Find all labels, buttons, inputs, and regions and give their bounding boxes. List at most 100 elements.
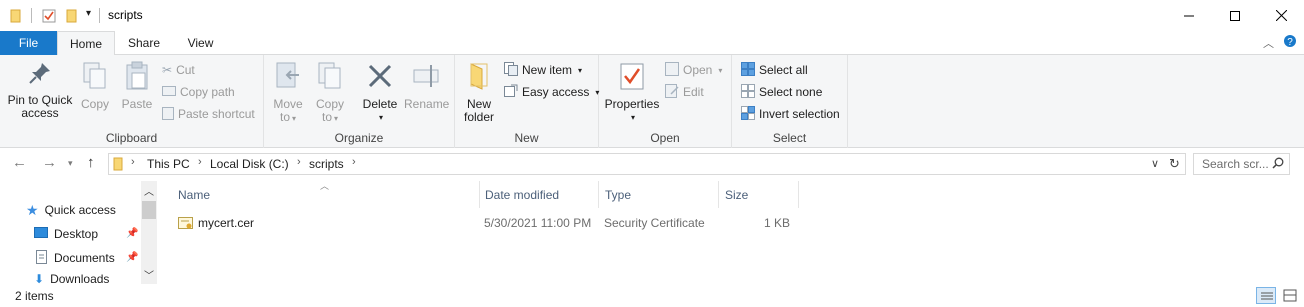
new-folder-label-line2: folder — [463, 110, 495, 124]
copy-path-button[interactable]: Copy path — [162, 82, 235, 102]
nav-quick-access[interactable]: ★ Quick access — [26, 200, 116, 220]
properties-dropdown-icon[interactable]: ▾ — [605, 111, 661, 124]
up-arrow-icon[interactable]: ↑ — [87, 154, 95, 171]
scroll-up-icon[interactable]: ︿ — [144, 183, 154, 198]
tab-share[interactable]: Share — [115, 31, 173, 55]
copy-to-icon — [312, 61, 348, 94]
ribbon: Pin to Quick access Copy Paste ✂ Cut Cop… — [0, 55, 1304, 148]
new-item-label: New item — [522, 63, 573, 77]
tab-file[interactable]: File — [0, 31, 57, 55]
properties-label: Properties — [604, 97, 660, 111]
minimize-button[interactable] — [1166, 0, 1212, 31]
delete-button[interactable]: Delete ▾ — [360, 59, 400, 124]
nav-item-label: Quick access — [44, 203, 116, 217]
new-item-button[interactable]: New item ▾ — [504, 60, 582, 80]
open-group-label: Open — [650, 131, 680, 145]
clipboard-group-label: Clipboard — [105, 131, 158, 145]
cut-label: Cut — [176, 63, 195, 77]
easy-access-label: Easy access — [522, 85, 590, 99]
tab-view[interactable]: View — [173, 31, 228, 55]
chevron-down-icon: ▾ — [718, 65, 723, 75]
breadcrumb-chevron-icon[interactable]: › — [198, 156, 202, 168]
svg-text:?: ? — [1287, 37, 1293, 48]
cut-button[interactable]: ✂ Cut — [162, 60, 195, 80]
column-header-size[interactable]: Size — [719, 181, 799, 208]
nav-item-label: Desktop — [54, 227, 99, 241]
chevron-down-icon: ▾ — [578, 65, 583, 75]
recent-locations-icon[interactable]: ▾ — [68, 158, 73, 169]
desktop-icon — [34, 226, 48, 242]
copy-to-button[interactable]: Copy to ▾ — [312, 59, 348, 125]
title-bar: ▾ scripts — [0, 0, 1304, 31]
properties-button[interactable]: Properties ▾ — [603, 59, 661, 124]
breadcrumb-chevron-icon[interactable]: › — [352, 156, 356, 168]
pin-to-quick-access-button[interactable]: Pin to Quick access — [4, 59, 76, 120]
paste-button[interactable]: Paste — [118, 59, 156, 111]
search-placeholder: Search scr... — [1202, 157, 1269, 171]
select-none-button[interactable]: Select none — [741, 82, 822, 102]
file-list: ︿ Name Date modified Type Size mycert.ce… — [158, 181, 1304, 284]
rename-icon — [404, 61, 448, 94]
table-row[interactable]: mycert.cer 5/30/2021 11:00 PM Security C… — [172, 212, 799, 234]
new-group: New folder New item ▾ Easy access ▾ New — [455, 55, 599, 148]
breadcrumb-scripts[interactable]: scripts — [309, 157, 344, 171]
move-to-label-line2: to ▾ — [279, 110, 297, 124]
navigation-pane-scrollbar[interactable]: ︿ ﹀ — [141, 181, 157, 284]
column-header-date-modified[interactable]: Date modified — [479, 181, 599, 208]
refresh-icon[interactable]: ↻ — [1169, 156, 1180, 172]
open-button[interactable]: Open ▾ — [665, 60, 722, 80]
invert-selection-button[interactable]: Invert selection — [741, 104, 840, 124]
nav-desktop[interactable]: Desktop — [34, 224, 98, 244]
select-all-button[interactable]: Select all — [741, 60, 808, 80]
tab-home[interactable]: Home — [57, 31, 115, 56]
folder-icon — [113, 157, 124, 174]
minimize-ribbon-icon[interactable]: ︿ — [1263, 35, 1274, 51]
breadcrumb-chevron-icon[interactable]: › — [131, 156, 135, 168]
open-icon — [665, 61, 679, 79]
column-header-type[interactable]: Type — [599, 181, 719, 208]
paste-shortcut-button[interactable]: Paste shortcut — [162, 104, 255, 124]
select-group: Select all Select none Invert selection … — [732, 55, 848, 148]
easy-access-button[interactable]: Easy access ▾ — [504, 82, 599, 102]
pin-icon — [4, 61, 76, 90]
customize-quick-access-icon[interactable]: ▾ — [86, 8, 91, 19]
new-item-icon — [504, 61, 518, 79]
pin-icon: 📌 — [126, 252, 139, 263]
scrollbar-thumb[interactable] — [142, 201, 156, 219]
properties-quick-icon[interactable] — [42, 9, 56, 26]
scroll-down-icon[interactable]: ﹀ — [144, 267, 154, 282]
large-icons-view-icon[interactable] — [1280, 287, 1300, 304]
back-arrow-icon[interactable]: ← — [12, 154, 27, 171]
address-dropdown-icon[interactable]: ∨ — [1151, 157, 1159, 170]
paste-icon — [118, 61, 156, 94]
certificate-icon — [178, 216, 194, 234]
rename-button[interactable]: Rename — [404, 59, 449, 111]
new-folder-icon — [461, 61, 497, 94]
search-box[interactable]: Search scr... — [1193, 153, 1290, 175]
close-button[interactable] — [1258, 0, 1304, 31]
window-title: scripts — [108, 8, 143, 22]
details-view-icon[interactable] — [1256, 287, 1276, 304]
help-icon[interactable]: ? — [1283, 34, 1297, 51]
nav-downloads[interactable]: ⬇ Downloads — [34, 272, 109, 284]
delete-dropdown-icon[interactable]: ▾ — [362, 111, 400, 124]
copy-button[interactable]: Copy — [78, 59, 112, 111]
delete-x-icon — [360, 61, 400, 94]
edit-button[interactable]: Edit — [665, 82, 704, 102]
breadcrumb-local-disk[interactable]: Local Disk (C:) — [210, 157, 289, 171]
breadcrumb-this-pc[interactable]: This PC — [147, 157, 190, 171]
edit-icon — [665, 83, 679, 101]
paste-label: Paste — [121, 97, 153, 111]
open-label: Open — [683, 63, 713, 77]
nav-documents[interactable]: Documents — [34, 248, 115, 268]
new-folder-quick-icon[interactable] — [66, 9, 78, 26]
separator — [99, 8, 100, 23]
breadcrumb-chevron-icon[interactable]: › — [297, 156, 301, 168]
move-to-button[interactable]: Move to ▾ — [270, 59, 306, 125]
new-folder-button[interactable]: New folder — [461, 59, 497, 124]
forward-arrow-icon[interactable]: → — [42, 154, 57, 171]
move-to-icon — [270, 61, 306, 94]
column-header-name[interactable]: Name — [172, 181, 480, 208]
address-bar[interactable]: › This PC › Local Disk (C:) › scripts › … — [108, 153, 1186, 175]
maximize-button[interactable] — [1212, 0, 1258, 31]
